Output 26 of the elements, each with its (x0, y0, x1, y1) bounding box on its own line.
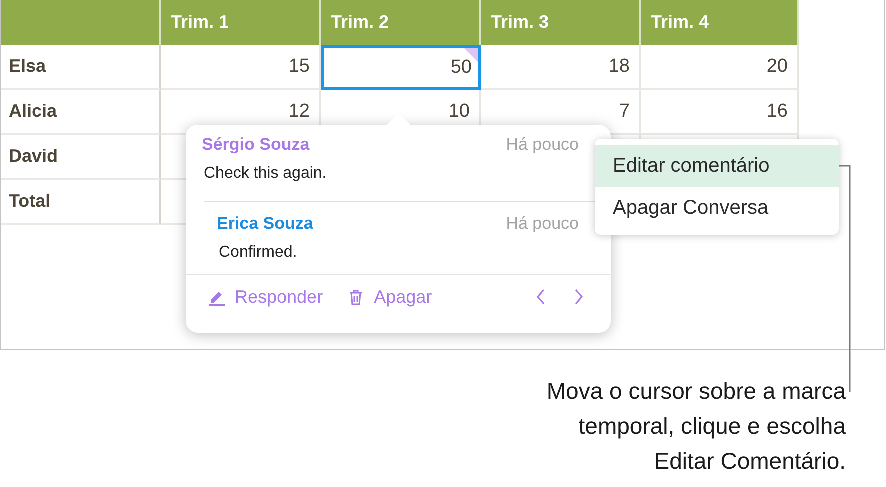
table-cell: 20 (641, 45, 799, 90)
delete-button[interactable]: Apagar (347, 286, 432, 308)
menu-item[interactable]: Apagar Conversa (595, 187, 839, 229)
column-header: Trim. 1 (161, 0, 321, 45)
timestamp[interactable]: Há pouco (506, 135, 579, 155)
row-label: Elsa (1, 45, 161, 90)
timestamp[interactable]: Há pouco (506, 214, 579, 234)
previous-icon (535, 288, 547, 306)
row-label: Total (1, 180, 161, 225)
next-icon (573, 288, 585, 306)
table-cell: 50 (321, 45, 481, 90)
table-cell: 16 (641, 90, 799, 135)
column-header: Trim. 3 (481, 0, 641, 45)
column-header: Trim. 2 (321, 0, 481, 45)
comment-text: Check this again. (203, 165, 328, 183)
table-cell: 15 (161, 45, 321, 90)
reply-button[interactable]: Responder (208, 286, 324, 308)
column-header: Trim. 4 (641, 0, 799, 45)
row-label: David (1, 135, 161, 180)
table-cell: 18 (481, 45, 641, 90)
author-name: Sérgio Souza (202, 135, 310, 155)
menu-item[interactable]: Editar comentário (595, 145, 839, 187)
row-label: Alicia (1, 90, 161, 135)
author-name: Erica Souza (217, 214, 314, 234)
callout-text: Mova o cursor sobre a marca temporal, clique e escolha Editar Comentário. (546, 377, 846, 476)
comment-text: Confirmed. (218, 244, 298, 262)
